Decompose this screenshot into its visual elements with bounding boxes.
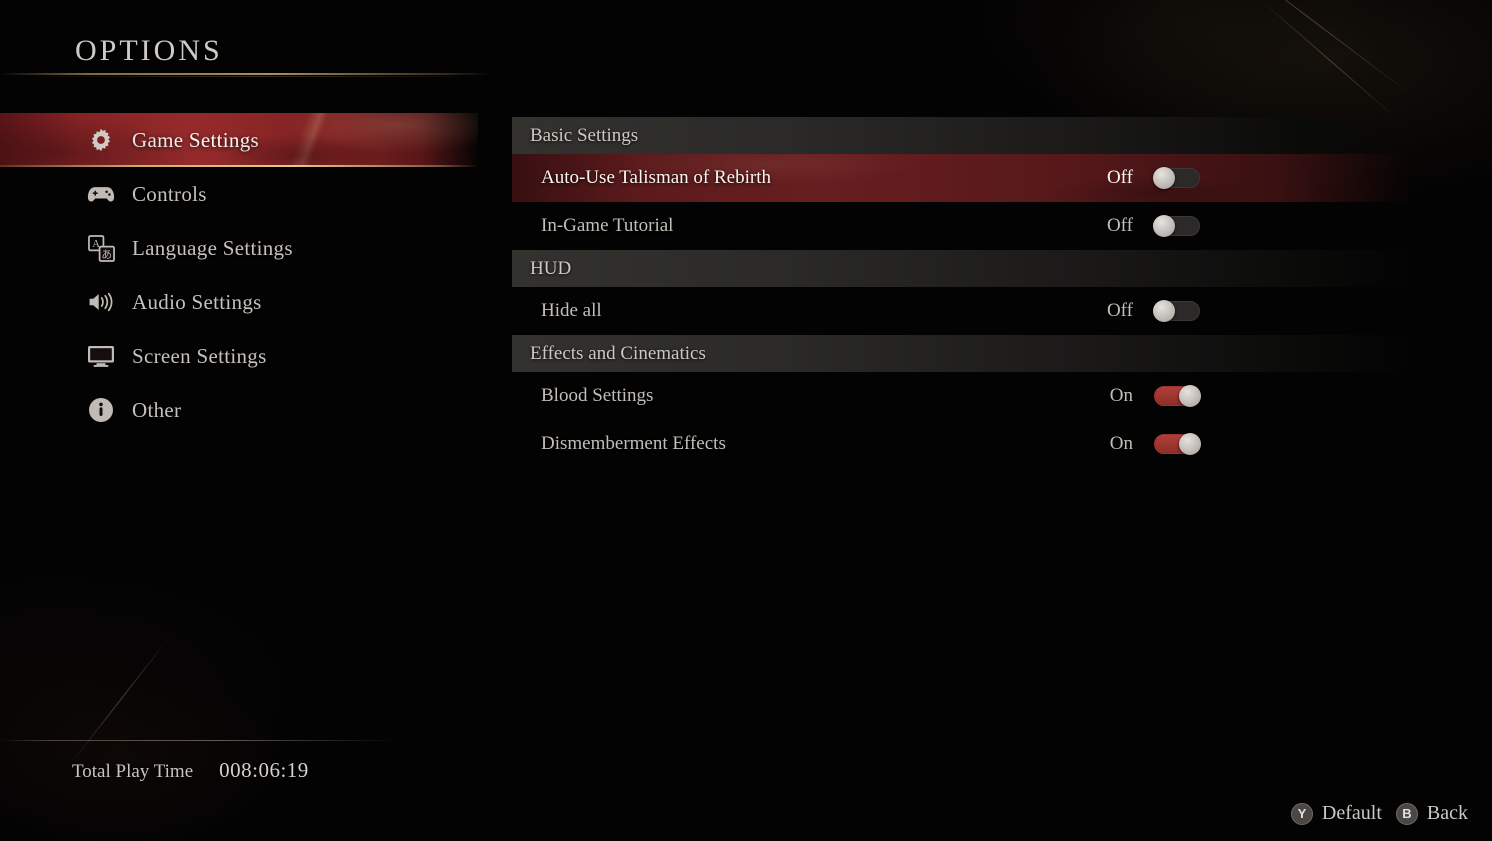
button-b-icon: B [1395, 802, 1418, 825]
prompt-default[interactable]: Y Default [1290, 802, 1382, 825]
option-row-dismemberment-effects[interactable]: Dismemberment Effects On [512, 420, 1412, 468]
sidebar-item-label: Other [132, 397, 182, 422]
options-screen: OPTIONS Game Settings Controls A あ Langu… [0, 0, 1492, 841]
sidebar-item-label: Game Settings [132, 127, 259, 152]
button-prompts: Y Default B Back [1290, 802, 1468, 825]
play-time-label: Total Play Time [72, 761, 194, 782]
option-row-in-game-tutorial[interactable]: In-Game Tutorial Off [512, 202, 1412, 250]
language-icon: A あ [86, 233, 116, 263]
settings-panel: Basic Settings Auto-Use Talisman of Rebi… [512, 117, 1412, 468]
sidebar-item-language-settings[interactable]: A あ Language Settings [0, 221, 478, 275]
toggle-knob [1179, 433, 1201, 455]
option-state-label: On [1109, 385, 1133, 406]
sidebar-item-label: Language Settings [132, 235, 293, 260]
monitor-icon [86, 341, 116, 371]
prompt-back[interactable]: B Back [1395, 802, 1468, 825]
section-header: HUD [512, 250, 1412, 287]
sidebar-item-screen-settings[interactable]: Screen Settings [0, 329, 478, 383]
option-control: On [1099, 385, 1201, 407]
play-time-value: 008:06:19 [219, 758, 309, 782]
sidebar-item-game-settings[interactable]: Game Settings [0, 113, 478, 167]
speaker-icon [86, 287, 116, 317]
info-icon [86, 395, 116, 425]
option-state-label: Off [1106, 167, 1133, 188]
option-toggle[interactable] [1153, 167, 1200, 189]
title-divider-secondary [30, 76, 480, 77]
scratch-decoration [1205, 0, 1415, 98]
option-toggle[interactable] [1153, 215, 1200, 237]
gamepad-icon [86, 179, 116, 209]
section-header: Basic Settings [512, 117, 1412, 154]
footer-divider [0, 740, 400, 741]
option-state-label: Off [1106, 300, 1133, 321]
prompt-label: Back [1426, 802, 1468, 824]
svg-text:あ: あ [101, 248, 112, 260]
prompt-label: Default [1321, 802, 1382, 824]
button-y-icon: Y [1290, 802, 1313, 825]
sidebar-item-other[interactable]: Other [0, 383, 478, 437]
scratch-decoration [1261, 1, 1399, 120]
option-state-label: Off [1106, 215, 1133, 236]
sidebar-item-audio-settings[interactable]: Audio Settings [0, 275, 478, 329]
toggle-knob [1179, 385, 1201, 407]
option-toggle[interactable] [1154, 385, 1201, 407]
option-row-hide-all[interactable]: Hide all Off [512, 287, 1412, 335]
option-label: Auto-Use Talisman of Rebirth [541, 167, 771, 188]
option-label: Blood Settings [541, 385, 654, 406]
option-row-auto-use-talisman-of-rebirth[interactable]: Auto-Use Talisman of Rebirth Off [512, 154, 1412, 202]
sidebar-item-label: Controls [132, 181, 207, 206]
option-label: Hide all [541, 300, 602, 321]
option-toggle[interactable] [1153, 300, 1200, 322]
title-divider [0, 73, 492, 75]
option-row-blood-settings[interactable]: Blood Settings On [512, 372, 1412, 420]
toggle-knob [1153, 300, 1175, 322]
toggle-knob [1153, 215, 1175, 237]
toggle-knob [1153, 167, 1175, 189]
page-title: OPTIONS [75, 34, 223, 67]
option-toggle[interactable] [1154, 433, 1201, 455]
scratch-decoration [70, 637, 170, 764]
option-state-label: On [1109, 433, 1133, 454]
sidebar-item-label: Audio Settings [132, 289, 262, 314]
sidebar: Game Settings Controls A あ Language Sett… [0, 113, 478, 437]
section-header: Effects and Cinematics [512, 335, 1412, 372]
option-control: Off [1099, 300, 1200, 322]
sidebar-item-controls[interactable]: Controls [0, 167, 478, 221]
total-play-time: Total Play Time 008:06:19 [72, 758, 309, 783]
option-control: On [1099, 433, 1201, 455]
gear-icon [86, 125, 116, 155]
option-label: Dismemberment Effects [541, 433, 726, 454]
sidebar-item-label: Screen Settings [132, 343, 267, 368]
option-label: In-Game Tutorial [541, 215, 674, 236]
option-control: Off [1099, 215, 1200, 237]
option-control: Off [1099, 167, 1200, 189]
